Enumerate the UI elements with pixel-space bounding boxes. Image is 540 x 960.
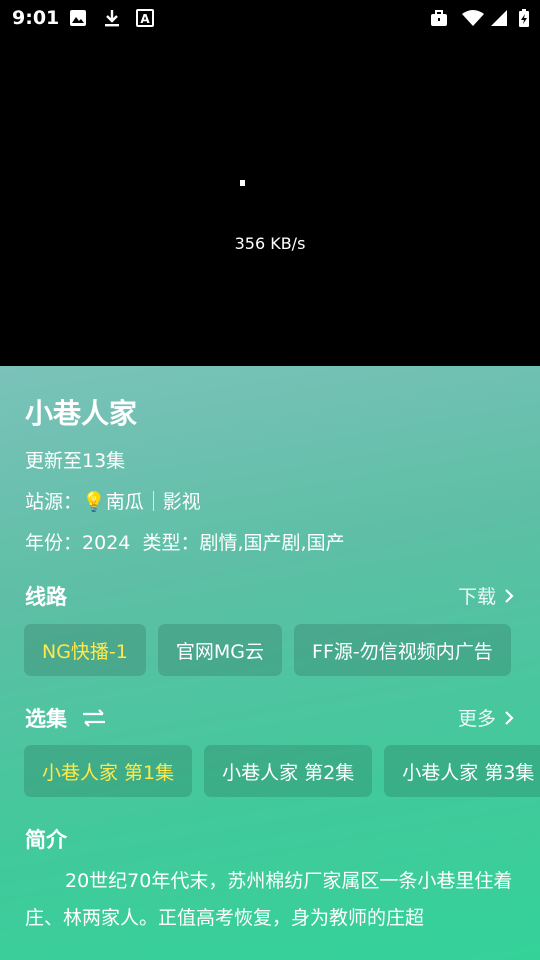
video-player[interactable]: 356 KB/s <box>0 36 540 366</box>
download-icon <box>105 10 119 27</box>
download-speed: 356 KB/s <box>234 234 306 253</box>
routes-heading: 线路 <box>25 585 67 609</box>
lightbulb-icon: 💡 <box>82 491 106 513</box>
more-label: 更多 <box>457 708 496 730</box>
chevron-right-icon <box>505 588 514 603</box>
episodes-heading: 选集 <box>25 707 67 731</box>
genre-value: 剧情,国产剧,国产 <box>199 532 345 554</box>
divider <box>152 491 154 511</box>
loading-indicator <box>240 180 245 186</box>
intro-heading: 简介 <box>25 828 67 852</box>
source-label: 站源： <box>25 491 83 513</box>
source-name: 南瓜 <box>105 491 144 513</box>
work-briefcase-icon <box>431 10 447 26</box>
swap-order-icon[interactable] <box>81 708 107 728</box>
battery-charging-icon <box>519 9 529 27</box>
episodes-heading-row: 选集 <box>25 703 107 733</box>
update-status: 更新至13集 <box>25 450 126 472</box>
status-bar: 9:01 A <box>0 0 540 36</box>
year-label: 年份： <box>25 532 83 554</box>
episodes-list: 小巷人家 第1集 小巷人家 第2集 小巷人家 第3集 <box>24 745 540 797</box>
keyboard-a-icon: A <box>136 9 154 27</box>
intro-text: 20世纪70年代末，苏州棉纺厂家属区一条小巷里住着庄、林两家人。正值高考恢复，身… <box>25 870 513 929</box>
route-chip-3[interactable]: FF源-勿信视频内广告 <box>294 624 511 676</box>
status-time: 9:01 <box>12 7 60 29</box>
svg-text:A: A <box>140 12 150 26</box>
route-chip-1[interactable]: NG快播-1 <box>24 624 146 676</box>
episode-chip-1[interactable]: 小巷人家 第1集 <box>24 745 193 797</box>
source-type: 影视 <box>162 491 201 513</box>
show-title: 小巷人家 <box>25 397 138 430</box>
download-link[interactable]: 下载 <box>458 582 514 609</box>
more-episodes-link[interactable]: 更多 <box>458 704 514 731</box>
year-value: 2024 <box>82 532 131 554</box>
route-chip-2[interactable]: 官网MG云 <box>157 624 283 676</box>
detail-panel: 小巷人家 更新至13集 站源：💡南瓜 影视 年份：2024 类型：剧情,国产剧,国… <box>0 366 540 960</box>
download-label: 下载 <box>457 586 496 608</box>
routes-list: NG快播-1 官网MG云 FF源-勿信视频内广告 <box>24 624 511 676</box>
chevron-right-icon <box>505 710 514 725</box>
source-line: 站源：💡南瓜 影视 <box>25 487 201 514</box>
episode-chip-3[interactable]: 小巷人家 第3集 <box>384 745 540 797</box>
meta-line: 年份：2024 类型：剧情,国产剧,国产 <box>25 528 345 555</box>
genre-label: 类型： <box>142 532 200 554</box>
episode-chip-2[interactable]: 小巷人家 第2集 <box>204 745 373 797</box>
image-icon <box>70 10 86 26</box>
signal-icon <box>491 10 507 26</box>
wifi-icon <box>462 10 484 26</box>
